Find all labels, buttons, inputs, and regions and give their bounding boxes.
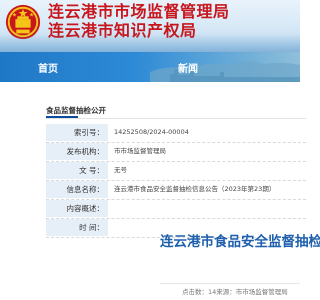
info-row-index: 索引号： 14252508/2024-00004 [46,124,306,143]
breadcrumb-underline [46,116,78,118]
article-title: 连云港市食品安全监督抽检 [160,234,320,250]
info-label: 发布机构： [46,143,108,160]
info-label: 信息名称： [46,181,108,198]
info-row-name: 信息名称： 连云港市食品安全监督抽检信息公告（2023年第23期） [46,181,306,200]
info-row-summary: 内容概述： [46,200,306,219]
article-meta: 点击数：14来源：市市场监督管理局 [182,288,288,296]
site-header: 连云港市市场监督管理局 连云港市知识产权局 [0,0,300,52]
info-value: 市市场监督管理局 [114,147,166,155]
info-label: 时 间： [46,219,108,236]
breadcrumb-label[interactable]: 食品监督抽检公开 [46,106,106,115]
info-label: 内容概述： [46,200,108,217]
header-decoration [0,34,300,52]
info-row-doc-number: 文 号： 无号 [46,162,306,181]
main-nav: 首页 新闻 [0,52,300,82]
info-label: 索引号： [46,124,108,141]
meta-divider [160,283,300,284]
breadcrumb: 食品监督抽检公开 [46,98,306,119]
info-table: 索引号： 14252508/2024-00004 发布机构： 市市场监督管理局 … [46,124,306,238]
info-value: 连云港市食品安全监督抽检信息公告（2023年第23期） [114,185,276,193]
site-title-primary: 连云港市市场监督管理局 [48,4,230,21]
info-value: 无号 [114,166,127,174]
nav-news[interactable]: 新闻 [178,60,198,75]
info-label: 文 号： [46,162,108,179]
info-row-publisher: 发布机构： 市市场监督管理局 [46,143,306,162]
info-value: 14252508/2024-00004 [114,128,189,136]
nav-home[interactable]: 首页 [38,60,58,75]
city-skyline-decoration [150,61,300,82]
